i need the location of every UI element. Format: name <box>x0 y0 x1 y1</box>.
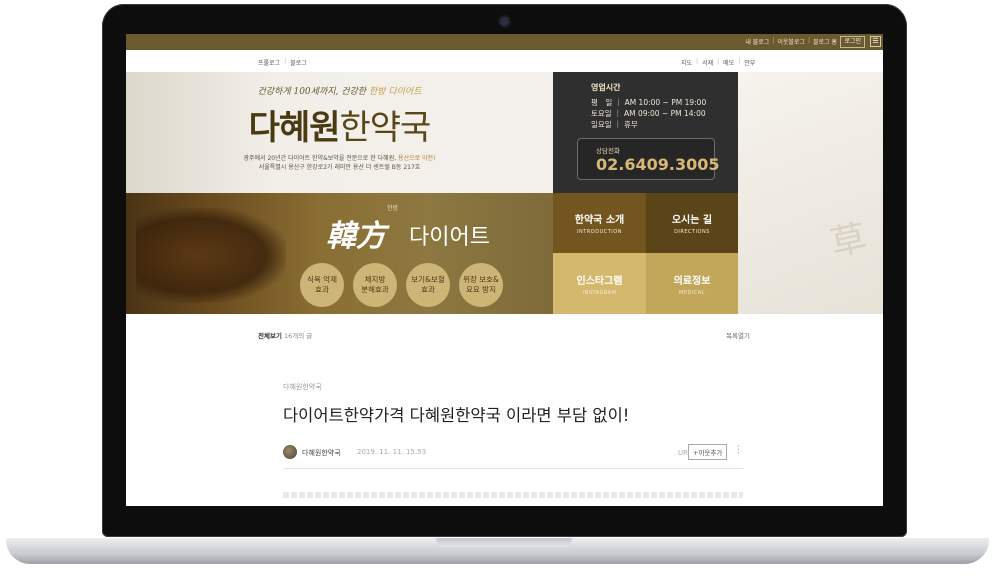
benefit-label: 체지방 분해효과 <box>361 275 389 294</box>
tile-medical[interactable]: 의료정보 MEDICAL <box>646 253 738 314</box>
tagline-highlight: 한방 다이어트 <box>368 87 422 97</box>
blog-topbar: 내 블로그 | 이웃블로그 | 블로그 홈 로그인 ☰ <box>126 34 883 50</box>
brand-logo: 다혜원한약국 <box>126 100 553 149</box>
add-neighbor-button[interactable]: +이웃추가 <box>688 444 728 460</box>
tile-subtitle: INSTAGRAM <box>582 289 617 296</box>
brand-bold: 다혜원 <box>248 108 341 148</box>
hours-row: 평 일 ｜ AM 10:00 ~ PM 19:00 <box>591 98 707 107</box>
hanja-watermark: 草 <box>826 217 871 266</box>
desc-line-1: 광주에서 20년간 다이어트 한약&보약을 전문으로 한 다혜원, 용산으로 이… <box>126 154 553 163</box>
blog-tab[interactable]: 블로그 <box>290 58 307 67</box>
hero-section: 건강하게 100세까지, 건강한 한방 다이어트 다혜원한약국 광주에서 20년… <box>126 72 553 193</box>
tile-directions[interactable]: 오시는 길 DIRECTIONS <box>646 193 738 253</box>
tile-subtitle: MEDICAL <box>679 289 705 296</box>
view-all-label[interactable]: 전체보기 <box>258 332 282 340</box>
blog-banner: 건강하게 100세까지, 건강한 한방 다이어트 다혜원한약국 광주에서 20년… <box>126 72 883 314</box>
post-title: 다이어트한약가격 다혜원한약국 이라면 부담 없이! <box>283 406 630 425</box>
herb-image <box>136 208 286 303</box>
tile-title: 오시는 길 <box>671 215 713 226</box>
browser-screen: 내 블로그 | 이웃블로그 | 블로그 홈 로그인 ☰ 프롤로그 | 블로그 지… <box>126 34 883 506</box>
tile-title: 의료정보 <box>673 275 711 287</box>
tile-instagram[interactable]: 인스타그램 INSTAGRAM <box>553 253 646 314</box>
benefit-circle[interactable]: 위장 보호& 요요 방지 <box>459 263 503 307</box>
benefit-label: 위장 보호& 요요 방지 <box>463 275 499 294</box>
guestbook-tab[interactable]: 안부 <box>744 58 755 67</box>
benefit-label: 보기&보혈 효과 <box>411 275 445 294</box>
hero-description: 광주에서 20년간 다이어트 한약&보약을 전문으로 한 다혜원, 용산으로 이… <box>126 154 553 172</box>
hours-row: 일요일 ｜ 휴무 <box>591 120 638 129</box>
benefit-circle[interactable]: 체지방 분해효과 <box>353 263 397 307</box>
post-author-row: 다혜원한약국 2019. 11. 11. 15:53 URL 복사 +이웃추가 … <box>283 444 743 460</box>
subnav-left: 프롤로그 | 블로그 <box>258 58 307 67</box>
divider: | <box>738 58 741 65</box>
divider: | <box>696 58 699 65</box>
benefit-label: 식욕 억제 효과 <box>307 275 337 294</box>
tile-subtitle: INTRODUCTION <box>577 229 622 235</box>
nav-tiles: 한약국 소개 INTRODUCTION 오시는 길 DIRECTIONS 인스타… <box>553 193 738 314</box>
map-tab[interactable]: 지도 <box>681 58 692 67</box>
phone-box[interactable]: 상담전화 02.6409.3005 <box>577 138 719 180</box>
memo-tab[interactable]: 메모 <box>723 58 734 67</box>
tile-subtitle: DIRECTIONS <box>674 229 710 235</box>
diet-small-label: 한방 <box>387 205 399 212</box>
decorative-panel: 草 <box>738 72 883 314</box>
brand-rest: 한약국 <box>339 108 432 148</box>
phone-label: 상담전화 <box>596 147 620 155</box>
hours-rows: 평 일 ｜ AM 10:00 ~ PM 19:00 토요일 ｜ AM 09:00… <box>591 97 706 130</box>
blog-home-link[interactable]: 블로그 홈 <box>813 37 837 46</box>
diet-subtitle: 다이어트 <box>409 225 490 250</box>
divider: | <box>807 37 810 44</box>
hours-title: 영업시간 <box>591 83 621 92</box>
tile-introduction[interactable]: 한약국 소개 INTRODUCTION <box>553 193 646 253</box>
topbar-links: 내 블로그 | 이웃블로그 | 블로그 홈 <box>745 37 837 46</box>
phone-number[interactable]: 02.6409.3005 <box>596 155 719 174</box>
desc-highlight: 용산으로 이전! <box>398 155 436 162</box>
benefit-circle[interactable]: 식욕 억제 효과 <box>300 263 344 307</box>
diet-section: 한방 韓方 다이어트 식욕 억제 효과 체지방 분해효과 보기&보혈 효과 위장… <box>126 193 553 314</box>
my-blog-link[interactable]: 내 블로그 <box>745 37 769 46</box>
hero-tagline: 건강하게 100세까지, 건강한 한방 다이어트 <box>126 84 553 97</box>
avatar[interactable] <box>283 445 297 459</box>
benefit-circles: 식욕 억제 효과 체지방 분해효과 보기&보혈 효과 위장 보호& 요요 방지 <box>300 263 503 307</box>
desc-line-2: 서울특별시 용산구 한강로2가 래미안 용산 더 센트럴 B동 217호 <box>258 164 421 171</box>
neighbor-blog-link[interactable]: 이웃블로그 <box>777 37 805 46</box>
blog-subnav: 프롤로그 | 블로그 지도 | 서재 | 메모 | 안부 <box>126 50 883 72</box>
tile-title: 인스타그램 <box>576 275 623 287</box>
business-hours-panel: 영업시간 평 일 ｜ AM 10:00 ~ PM 19:00 토요일 ｜ AM … <box>553 72 738 193</box>
post-body-preview <box>283 492 743 498</box>
diet-title-hanja: 韓方 <box>326 219 386 254</box>
more-options-icon[interactable]: ⋮ <box>734 445 743 455</box>
hours-row: 토요일 ｜ AM 09:00 ~ PM 14:00 <box>591 109 706 118</box>
menu-icon[interactable]: ☰ <box>870 36 881 47</box>
list-toggle-button[interactable]: 목록열기 <box>726 330 750 340</box>
divider <box>283 468 743 469</box>
benefit-circle[interactable]: 보기&보혈 효과 <box>406 263 450 307</box>
prologue-tab[interactable]: 프롤로그 <box>258 58 280 67</box>
desc-text: 광주에서 20년간 다이어트 한약&보약을 전문으로 한 다혜원, <box>243 155 399 162</box>
author-name[interactable]: 다혜원한약국 <box>302 448 341 458</box>
tagline-text: 건강하게 100세까지, 건강한 <box>257 87 369 97</box>
post-category[interactable]: 다혜원한약국 <box>283 382 322 392</box>
post-date: 2019. 11. 11. 15:53 <box>357 448 427 456</box>
login-button[interactable]: 로그인 <box>840 36 865 48</box>
tile-title: 한약국 소개 <box>574 215 625 226</box>
camera-icon <box>500 17 509 26</box>
post-list-bar: 전체보기 16개의 글 목록열기 <box>258 330 750 340</box>
divider: | <box>717 58 720 65</box>
subnav-right: 지도 | 서재 | 메모 | 안부 <box>681 58 755 67</box>
divider: | <box>284 58 287 65</box>
divider: | <box>772 37 775 44</box>
library-tab[interactable]: 서재 <box>702 58 713 67</box>
laptop-notch <box>436 538 572 547</box>
post-count: 16개의 글 <box>284 332 313 340</box>
